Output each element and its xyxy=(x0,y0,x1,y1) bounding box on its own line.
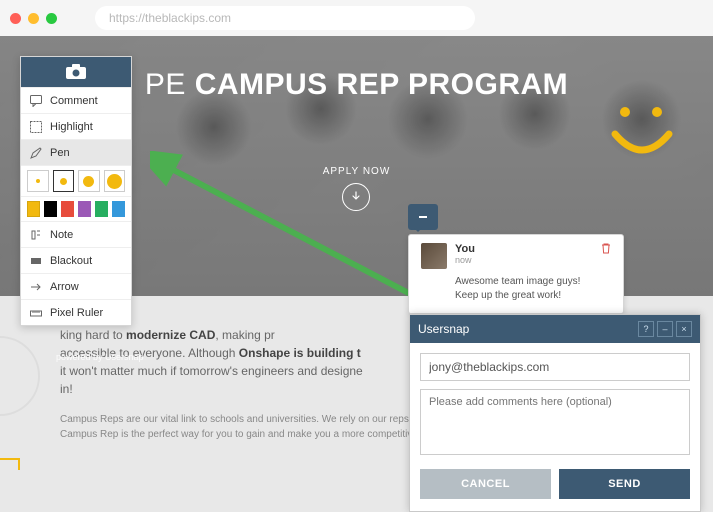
comment-time: now xyxy=(455,255,593,265)
zoom-window-icon[interactable] xyxy=(46,13,57,24)
pen-icon xyxy=(29,146,43,160)
minimize-icon[interactable]: – xyxy=(657,321,673,337)
pen-size-sm[interactable] xyxy=(53,170,75,192)
comment-card: You now Awesome team image guys! Keep up… xyxy=(408,234,624,314)
browser-chrome: https://theblackips.com xyxy=(0,0,713,36)
tool-note[interactable]: Note xyxy=(21,221,131,247)
comment-author: You xyxy=(455,243,593,255)
color-green[interactable] xyxy=(95,201,108,217)
tool-comment[interactable]: Comment xyxy=(21,87,131,113)
avatar xyxy=(421,243,447,269)
send-button[interactable]: SEND xyxy=(559,469,690,499)
page-viewport: PE CAMPUS REP PROGRAM APPLY NOW Comment xyxy=(0,36,713,512)
pen-size-lg[interactable] xyxy=(104,170,126,192)
comments-field[interactable] xyxy=(420,389,690,455)
annotation-toolbar: Comment Highlight Pen Note xyxy=(20,56,132,326)
url-text: https://theblackips.com xyxy=(109,11,231,25)
tool-highlight[interactable]: Highlight xyxy=(21,113,131,139)
comment-body: Awesome team image guys! Keep up the gre… xyxy=(421,275,611,303)
color-red[interactable] xyxy=(61,201,74,217)
dialog-header[interactable]: Usersnap ? – × xyxy=(410,315,700,343)
arrow-icon xyxy=(29,280,43,294)
email-field[interactable] xyxy=(420,353,690,381)
pen-size-row xyxy=(21,165,131,196)
color-yellow[interactable] xyxy=(27,201,40,217)
tool-pixel-ruler[interactable]: Pixel Ruler xyxy=(21,299,131,325)
close-window-icon[interactable] xyxy=(10,13,21,24)
close-icon[interactable]: × xyxy=(676,321,692,337)
trash-icon[interactable] xyxy=(601,243,611,257)
color-black[interactable] xyxy=(44,201,57,217)
ruler-decoration xyxy=(0,458,20,470)
apply-now-button[interactable]: APPLY NOW xyxy=(323,166,391,211)
pen-color-row xyxy=(21,196,131,221)
pen-size-xs[interactable] xyxy=(27,170,49,192)
dialog-title: Usersnap xyxy=(418,322,469,336)
help-icon[interactable]: ? xyxy=(638,321,654,337)
ring-decoration xyxy=(0,336,40,416)
highlight-icon xyxy=(29,120,43,134)
ruler-icon xyxy=(29,306,43,320)
note-icon xyxy=(29,228,43,242)
comment-icon xyxy=(29,94,43,108)
powered-by-label: powered by Usersnap xyxy=(56,352,144,362)
color-blue[interactable] xyxy=(112,201,125,217)
color-purple[interactable] xyxy=(78,201,91,217)
blackout-icon xyxy=(29,254,43,268)
camera-icon xyxy=(65,64,87,80)
tool-pen[interactable]: Pen xyxy=(21,139,131,165)
tool-arrow[interactable]: Arrow xyxy=(21,273,131,299)
tool-blackout[interactable]: Blackout xyxy=(21,247,131,273)
download-icon xyxy=(342,183,370,211)
window-controls xyxy=(10,13,57,24)
minimize-window-icon[interactable] xyxy=(28,13,39,24)
feedback-dialog: Usersnap ? – × CANCEL SEND xyxy=(409,314,701,512)
url-bar[interactable]: https://theblackips.com xyxy=(95,6,475,30)
pen-size-md[interactable] xyxy=(78,170,100,192)
comment-annotation[interactable]: You now Awesome team image guys! Keep up… xyxy=(408,204,624,314)
speech-bubble-icon[interactable] xyxy=(408,204,438,230)
toolbar-header[interactable] xyxy=(21,57,131,87)
cancel-button[interactable]: CANCEL xyxy=(420,469,551,499)
